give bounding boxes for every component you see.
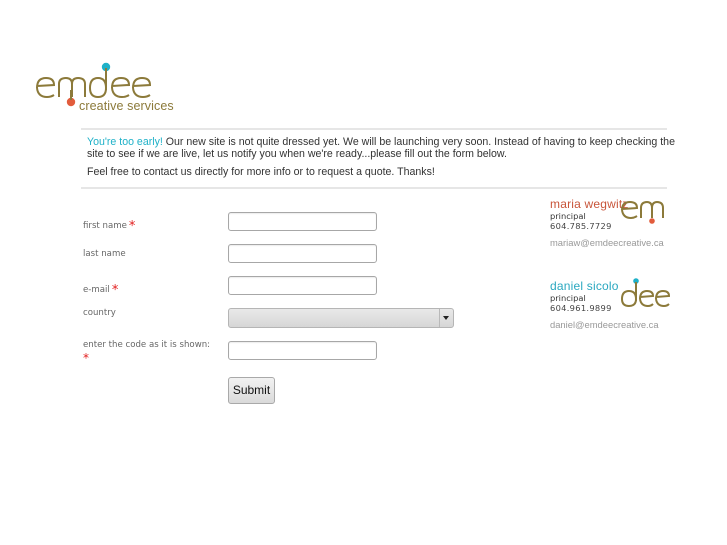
first-name-label: first name *	[83, 219, 136, 234]
contact-email-link[interactable]: mariaw@emdeecreative.ca	[550, 237, 664, 248]
logo-tagline: creative services	[79, 99, 174, 113]
captcha-label: enter the code as it is shown: *	[83, 340, 211, 365]
divider-bottom	[81, 187, 667, 189]
contact-phone: 604.961.9899	[550, 303, 612, 313]
email-input[interactable]	[228, 276, 377, 295]
first-name-input[interactable]	[228, 212, 377, 231]
contact-phone: 604.785.7729	[550, 221, 612, 231]
contact-card-daniel: daniel sicolo principal 604.961.9899 dan…	[550, 278, 680, 339]
intro-highlight: You're too early!	[87, 136, 163, 148]
last-name-input[interactable]	[228, 244, 377, 263]
submit-button[interactable]: Submit	[228, 377, 275, 404]
email-label: e-mail *	[83, 283, 119, 298]
intro-paragraph: You're too early! Our new site is not qu…	[87, 136, 677, 160]
chevron-down-icon	[443, 316, 449, 320]
logo-letter-e3	[132, 76, 152, 99]
contact-name: daniel sicolo	[550, 279, 619, 293]
captcha-input[interactable]	[228, 341, 377, 360]
required-marker: *	[128, 219, 136, 234]
contact-card-maria: maria wegwitz principal 604.785.7729 mar…	[550, 197, 680, 257]
divider-top	[81, 128, 667, 130]
logo-letter-e1	[36, 76, 56, 99]
contact-role: principal	[550, 211, 586, 221]
country-select[interactable]	[228, 308, 454, 328]
logo-letter-e2	[111, 76, 131, 99]
logo-letter-d	[88, 76, 107, 99]
contact-role: principal	[550, 293, 586, 303]
em-monogram-icon	[621, 200, 664, 224]
last-name-label: last name	[83, 249, 126, 259]
required-marker: *	[83, 351, 89, 365]
contact-email-link[interactable]: daniel@emdeecreative.ca	[550, 319, 659, 330]
country-dropdown-button[interactable]	[439, 309, 453, 327]
intro-text: Our new site is not quite dressed yet. W…	[87, 136, 675, 160]
contact-name: maria wegwitz	[550, 197, 629, 211]
dee-monogram-icon	[620, 278, 670, 308]
country-label: country	[83, 308, 116, 318]
contact-note: Feel free to contact us directly for mor…	[87, 166, 435, 178]
required-marker: *	[111, 283, 119, 298]
